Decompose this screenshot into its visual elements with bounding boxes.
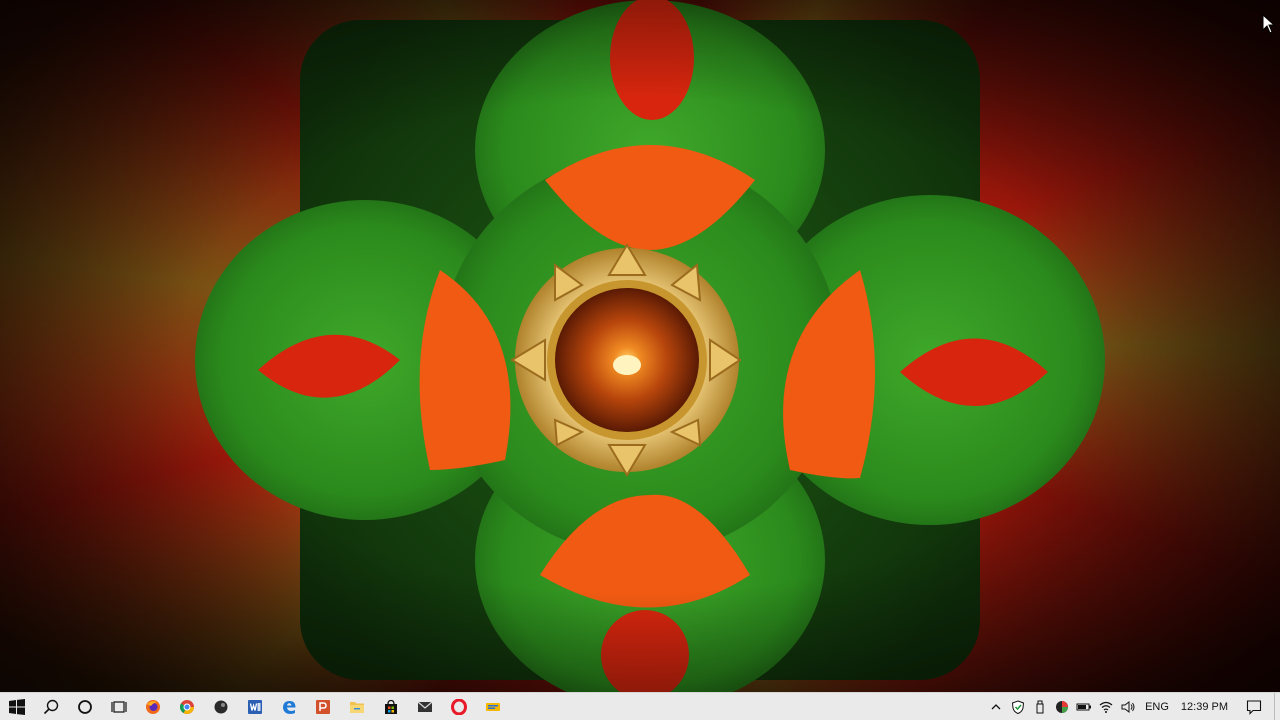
action-center-button[interactable]	[1234, 693, 1274, 720]
wifi-icon	[1099, 701, 1113, 713]
show-desktop-button[interactable]	[1274, 693, 1280, 720]
cortana-button[interactable]	[68, 693, 102, 720]
file-explorer-button[interactable]	[340, 693, 374, 720]
network-tray-button[interactable]	[1095, 693, 1117, 720]
usb-drive-icon	[1036, 700, 1044, 713]
sticky-app-button[interactable]	[476, 693, 510, 720]
store-bag-icon	[385, 699, 397, 714]
edge-button[interactable]	[272, 693, 306, 720]
yellow-app-icon	[486, 702, 500, 711]
battery-icon	[1076, 703, 1092, 710]
edge-icon	[283, 700, 296, 714]
powerpoint-button[interactable]	[306, 693, 340, 720]
store-button[interactable]	[374, 693, 408, 720]
task-view-button[interactable]	[102, 693, 136, 720]
usb-tray-button[interactable]	[1029, 693, 1051, 720]
diya-rangoli-icon	[0, 0, 1280, 692]
opera-icon	[451, 698, 467, 715]
task-view-icon	[111, 700, 127, 713]
colorful-ball-icon	[1056, 700, 1069, 713]
desktop-wallpaper	[0, 0, 1280, 692]
windows-logo-icon	[9, 698, 25, 715]
word-icon	[248, 699, 262, 714]
app-tray-button[interactable]	[1051, 693, 1073, 720]
clock[interactable]: 12:39 PM	[1175, 701, 1234, 713]
security-tray-button[interactable]	[1007, 693, 1029, 720]
opera-button[interactable]	[442, 693, 476, 720]
language-indicator[interactable]: ENG	[1139, 701, 1175, 713]
start-button[interactable]	[0, 693, 34, 720]
search-button[interactable]	[34, 693, 68, 720]
app-dark-button[interactable]	[204, 693, 238, 720]
notification-icon	[1246, 699, 1262, 715]
chrome-button[interactable]	[170, 693, 204, 720]
chevron-up-icon	[991, 703, 1001, 709]
word-button[interactable]	[238, 693, 272, 720]
taskbar: ENG 12:39 PM	[0, 692, 1280, 720]
chrome-icon	[179, 699, 194, 714]
dark-app-icon	[214, 700, 228, 713]
show-hidden-icons-button[interactable]	[985, 693, 1007, 720]
mail-button[interactable]	[408, 693, 442, 720]
cortana-circle-icon	[78, 699, 92, 714]
volume-tray-button[interactable]	[1117, 693, 1139, 720]
speaker-icon	[1121, 700, 1135, 713]
system-tray: ENG 12:39 PM	[985, 693, 1280, 720]
firefox-icon	[146, 699, 160, 714]
shield-check-icon	[1012, 699, 1025, 714]
mail-icon	[417, 701, 433, 712]
search-icon	[43, 699, 59, 714]
powerpoint-icon	[316, 699, 330, 714]
firefox-button[interactable]	[136, 693, 170, 720]
folder-icon	[350, 701, 364, 713]
mouse-cursor-icon	[1262, 13, 1276, 39]
battery-tray-button[interactable]	[1073, 693, 1095, 720]
